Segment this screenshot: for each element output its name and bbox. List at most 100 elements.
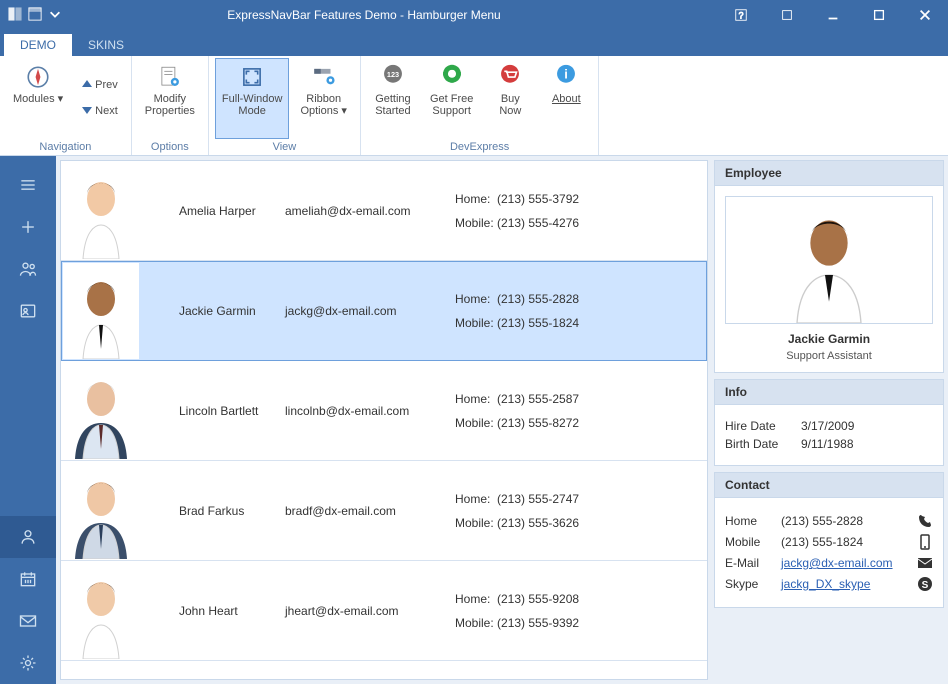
triangle-down-icon: [81, 104, 93, 119]
person-icon[interactable]: [0, 516, 56, 558]
envelope-icon: [917, 555, 933, 571]
employee-name: Jackie Garmin: [725, 332, 933, 346]
about-button[interactable]: i About: [540, 58, 592, 139]
employee-phones-cell: Home: (213) 555-2828 Mobile: (213) 555-1…: [455, 292, 707, 330]
avatar: [63, 363, 139, 459]
maximize-button[interactable]: [856, 0, 902, 30]
employee-photo: [725, 196, 933, 324]
modules-button[interactable]: Modules ▾: [6, 58, 70, 139]
panel-header-employee: Employee: [715, 161, 943, 186]
panel-header-info: Info: [715, 380, 943, 405]
avatar: [63, 463, 139, 559]
expand-icon: [238, 63, 266, 91]
group-caption-navigation: Navigation: [6, 139, 125, 155]
svg-text:i: i: [565, 67, 569, 82]
avatar: [63, 263, 139, 359]
svg-text:S: S: [922, 580, 929, 591]
group-caption-view: View: [215, 139, 354, 155]
list-item[interactable]: Brad Farkus bradf@dx-email.com Home: (21…: [61, 461, 707, 561]
ribbon-gear-icon: [310, 63, 338, 91]
list-item[interactable]: Lincoln Bartlett lincolnb@dx-email.com H…: [61, 361, 707, 461]
contact-home-value: (213) 555-2828: [781, 514, 909, 528]
window-title: ExpressNavBar Features Demo - Hamburger …: [70, 8, 718, 22]
avatar: [63, 563, 139, 659]
employee-email-cell: lincolnb@dx-email.com: [285, 404, 455, 418]
hamburger-icon[interactable]: [0, 164, 56, 206]
document-gear-icon: [156, 63, 184, 91]
contact-skype-link[interactable]: jackg_DX_skype: [781, 577, 870, 591]
svg-text:123: 123: [387, 70, 399, 79]
avatar: [63, 163, 139, 259]
hire-date-label: Hire Date: [725, 419, 791, 433]
hamburger-sidebar: [0, 156, 56, 684]
add-icon[interactable]: [0, 206, 56, 248]
full-window-mode-button[interactable]: Full-Window Mode: [215, 58, 290, 139]
card-icon[interactable]: [0, 290, 56, 332]
detail-panel: Employee Jackie Garmin Support Assistant: [714, 160, 944, 680]
info-icon: i: [552, 63, 580, 91]
next-button[interactable]: Next: [74, 100, 125, 124]
mobile-icon: [917, 534, 933, 550]
calendar-icon[interactable]: [0, 558, 56, 600]
contact-email-label: E-Mail: [725, 556, 773, 570]
contact-email-link[interactable]: jackg@dx-email.com: [781, 556, 893, 570]
close-button[interactable]: [902, 0, 948, 30]
employee-name-cell: Lincoln Bartlett: [145, 404, 285, 418]
employee-email-cell: jheart@dx-email.com: [285, 604, 455, 618]
employee-name-cell: Brad Farkus: [145, 504, 285, 518]
ribbon-tabs: DEMO SKINS: [0, 30, 948, 56]
contact-mobile-label: Mobile: [725, 535, 773, 549]
get-support-button[interactable]: Get Free Support: [423, 58, 480, 139]
skype-icon: S: [917, 576, 933, 592]
contact-mobile-value: (213) 555-1824: [781, 535, 909, 549]
employee-phones-cell: Home: (213) 555-9208 Mobile: (213) 555-9…: [455, 592, 707, 630]
buy-now-button[interactable]: Buy Now: [484, 58, 536, 139]
fullscreen-icon[interactable]: [764, 0, 810, 30]
titlebar: ExpressNavBar Features Demo - Hamburger …: [0, 0, 948, 30]
group-caption-devexpress: DevExpress: [367, 139, 592, 155]
phone-icon: [917, 513, 933, 529]
cart-icon: [496, 63, 524, 91]
gear-icon[interactable]: [0, 642, 56, 684]
list-item[interactable]: John Heart jheart@dx-email.com Home: (21…: [61, 561, 707, 661]
prev-button[interactable]: Prev: [74, 74, 125, 98]
tab-skins[interactable]: SKINS: [72, 34, 140, 56]
contact-home-label: Home: [725, 514, 773, 528]
triangle-up-icon: [81, 78, 93, 93]
employee-name-cell: Jackie Garmin: [145, 304, 285, 318]
employee-phones-cell: Home: (213) 555-2747 Mobile: (213) 555-3…: [455, 492, 707, 530]
employee-email-cell: ameliah@dx-email.com: [285, 204, 455, 218]
employee-name-cell: Amelia Harper: [145, 204, 285, 218]
list-item[interactable]: Jackie Garmin jackg@dx-email.com Home: (…: [61, 261, 707, 361]
modify-properties-button[interactable]: Modify Properties: [138, 58, 202, 139]
123-icon: 123: [379, 63, 407, 91]
hire-date-value: 3/17/2009: [801, 419, 854, 433]
employee-phones-cell: Home: (213) 555-3792 Mobile: (213) 555-4…: [455, 192, 707, 230]
app-icon-2: [28, 7, 42, 24]
compass-icon: [24, 63, 52, 91]
birth-date-value: 9/11/1988: [801, 437, 854, 451]
birth-date-label: Birth Date: [725, 437, 791, 451]
employee-phones-cell: Home: (213) 555-2587 Mobile: (213) 555-8…: [455, 392, 707, 430]
minimize-button[interactable]: [810, 0, 856, 30]
getting-started-button[interactable]: 123 Getting Started: [367, 58, 419, 139]
employee-title: Support Assistant: [725, 350, 933, 362]
ribbon-options-button[interactable]: Ribbon Options ▾: [293, 58, 354, 139]
employee-name-cell: John Heart: [145, 604, 285, 618]
svg-text:?: ?: [739, 11, 744, 21]
contact-skype-label: Skype: [725, 577, 773, 591]
chevron-down-icon[interactable]: [48, 7, 62, 24]
app-icon: [8, 7, 22, 24]
people-icon[interactable]: [0, 248, 56, 290]
help-icon[interactable]: ?: [718, 0, 764, 30]
employee-email-cell: bradf@dx-email.com: [285, 504, 455, 518]
panel-header-contact: Contact: [715, 473, 943, 498]
mail-icon[interactable]: [0, 600, 56, 642]
lifebuoy-icon: [438, 63, 466, 91]
employee-list: Amelia Harper ameliah@dx-email.com Home:…: [60, 160, 708, 680]
list-item[interactable]: Amelia Harper ameliah@dx-email.com Home:…: [61, 161, 707, 261]
employee-email-cell: jackg@dx-email.com: [285, 304, 455, 318]
ribbon: Modules ▾ Prev Next Navigation Modif: [0, 56, 948, 156]
tab-demo[interactable]: DEMO: [4, 34, 72, 56]
group-caption-options: Options: [138, 139, 202, 155]
